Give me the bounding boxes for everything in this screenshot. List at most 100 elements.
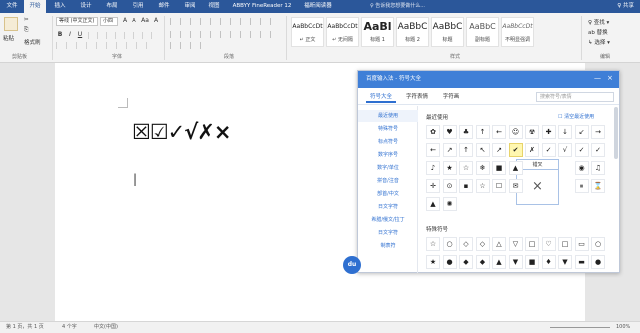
symbol-cell[interactable]: ◆ [475, 255, 490, 269]
replace-button[interactable]: ab 替换 [588, 28, 608, 36]
copy-icon[interactable]: ⎘ [24, 27, 28, 34]
find-button[interactable]: ♀ 查找 ▾ [588, 18, 609, 26]
tab-emoticons[interactable]: 字符表情 [402, 91, 432, 103]
symbol-cell[interactable]: ■ [492, 161, 506, 175]
paste-button[interactable]: 粘贴 [3, 34, 14, 42]
tab-view[interactable]: 视图 [204, 0, 224, 13]
tab-layout[interactable]: 布局 [102, 0, 122, 13]
document-symbol-text[interactable]: ☒☑✓√✗× [132, 120, 231, 144]
symbol-cell[interactable]: ◉ [574, 161, 589, 175]
symbol-cell[interactable]: ↖ [475, 143, 490, 157]
tab-insert[interactable]: 插入 [50, 0, 70, 13]
tab-abbyy[interactable]: ABBYY FineReader 12 [230, 0, 294, 13]
category-item[interactable]: 日文字符 [358, 227, 418, 239]
symbol-cell[interactable]: ☐ [492, 179, 506, 193]
symbol-cell[interactable]: ★ [442, 161, 457, 175]
dialog-scrollbar[interactable] [614, 107, 618, 159]
font-size-select[interactable]: 小四 [100, 17, 118, 26]
symbol-cell[interactable]: → [591, 125, 605, 139]
list-buttons-row[interactable] [170, 18, 278, 25]
page-count[interactable]: 第 1 页，共 1 页 [6, 322, 44, 333]
cut-icon[interactable]: ✂ [24, 17, 29, 23]
symbol-cell[interactable]: ▽ [508, 237, 523, 251]
select-button[interactable]: ↳ 选择 ▾ [588, 38, 610, 46]
clear-format-button[interactable]: A [152, 17, 160, 25]
font-effects-row[interactable] [88, 32, 158, 39]
symbol-cell[interactable]: ▭ [574, 237, 589, 251]
tab-file[interactable]: 文件 [2, 0, 22, 13]
symbol-cell[interactable]: ✓ [591, 143, 605, 157]
style-title[interactable]: AaBbC 标题 [431, 17, 464, 47]
zoom-level[interactable]: 100% [616, 322, 630, 333]
symbol-cell[interactable]: ↗ [492, 143, 506, 157]
category-item[interactable]: 最近使用 [358, 110, 418, 122]
close-icon[interactable]: × [607, 74, 613, 82]
symbol-cell[interactable]: ↗ [442, 143, 457, 157]
symbol-cell[interactable]: ♫ [591, 161, 605, 175]
symbol-cell[interactable]: ▲ [426, 197, 440, 211]
symbol-cell[interactable]: ♦ [541, 255, 556, 269]
symbol-cell[interactable]: ← [426, 143, 440, 157]
symbol-cell[interactable]: ⊙ [442, 179, 457, 193]
symbol-cell[interactable]: ♥ [442, 125, 457, 139]
symbol-cell[interactable]: □ [525, 237, 539, 251]
category-item[interactable]: 日文字符 [358, 201, 418, 213]
word-count[interactable]: 4 个字 [62, 322, 77, 333]
category-item[interactable]: 标点符号 [358, 136, 418, 148]
tab-symbols[interactable]: 符号大全 [366, 91, 396, 103]
symbol-cell[interactable]: ✿ [426, 125, 440, 139]
symbol-cell[interactable]: ◇ [459, 237, 473, 251]
tab-foxit[interactable]: 福昕阅读器 [298, 0, 338, 13]
symbol-cell[interactable]: ⏸ [574, 179, 589, 193]
category-item[interactable]: 数字序号 [358, 149, 418, 161]
symbol-cell[interactable]: ♪ [426, 161, 440, 175]
symbol-cell[interactable]: ↓ [558, 125, 572, 139]
symbol-cell[interactable]: ▪ [459, 179, 473, 193]
shrink-font-button[interactable]: A [130, 17, 138, 25]
symbol-cell[interactable]: ◇ [475, 237, 490, 251]
symbol-cell[interactable]: ☆ [459, 161, 473, 175]
category-item[interactable]: 制表符 [358, 240, 418, 252]
symbol-cell[interactable]: ✺ [442, 197, 457, 211]
shading-buttons-row[interactable] [170, 42, 210, 49]
symbol-cell[interactable]: ⌛ [591, 179, 605, 193]
category-item[interactable]: 部首/中文 [358, 188, 418, 200]
style-subtle-emphasis[interactable]: AaBbCcDt 不明显强调 [501, 17, 534, 47]
font-color-row[interactable] [56, 42, 156, 49]
style-normal[interactable]: AaBbCcDt ↵ 正文 [291, 17, 324, 47]
symbol-cell[interactable]: ▼ [508, 255, 523, 269]
symbol-cell[interactable]: ● [591, 255, 605, 269]
symbol-cell[interactable]: ← [492, 125, 506, 139]
symbol-cell[interactable]: △ [492, 237, 506, 251]
symbol-cell[interactable]: ✔ [508, 143, 523, 157]
style-heading2[interactable]: AaBbC 标题 2 [396, 17, 429, 47]
style-no-spacing[interactable]: AaBbCcDt ↵ 无间隔 [326, 17, 359, 47]
symbol-cell[interactable]: ☺ [508, 125, 523, 139]
baidu-ime-badge[interactable]: du [343, 256, 361, 274]
category-item[interactable]: 数字/单位 [358, 162, 418, 174]
symbol-cell[interactable]: ✛ [426, 179, 440, 193]
bold-button[interactable]: B [56, 31, 64, 39]
tab-review[interactable]: 审阅 [180, 0, 200, 13]
symbol-cell[interactable]: ✚ [541, 125, 556, 139]
symbol-cell[interactable]: ▲ [508, 161, 523, 175]
symbol-cell[interactable]: ◆ [459, 255, 473, 269]
italic-button[interactable]: I [66, 31, 74, 39]
symbol-cell[interactable]: ■ [525, 255, 539, 269]
symbol-cell[interactable]: ✓ [574, 143, 589, 157]
language-indicator[interactable]: 中文(中国) [94, 322, 118, 333]
symbol-cell[interactable]: √ [558, 143, 572, 157]
style-heading1[interactable]: AaBl 标题 1 [361, 17, 394, 47]
symbol-cell[interactable]: ▼ [558, 255, 572, 269]
symbol-search-input[interactable]: 搜索符号/表情 [536, 92, 614, 102]
symbol-cell[interactable]: ↑ [459, 143, 473, 157]
symbol-cell[interactable]: ☆ [426, 237, 440, 251]
symbol-cell[interactable]: ▲ [492, 255, 506, 269]
style-subtitle[interactable]: AaBbC 副标题 [466, 17, 499, 47]
symbol-cell[interactable]: ▬ [574, 255, 589, 269]
grow-font-button[interactable]: A [121, 17, 129, 25]
zoom-slider[interactable] [550, 327, 610, 328]
symbol-cell[interactable]: ✗ [525, 143, 539, 157]
symbol-cell[interactable]: ○ [591, 237, 605, 251]
symbol-cell[interactable]: ☆ [475, 179, 490, 193]
